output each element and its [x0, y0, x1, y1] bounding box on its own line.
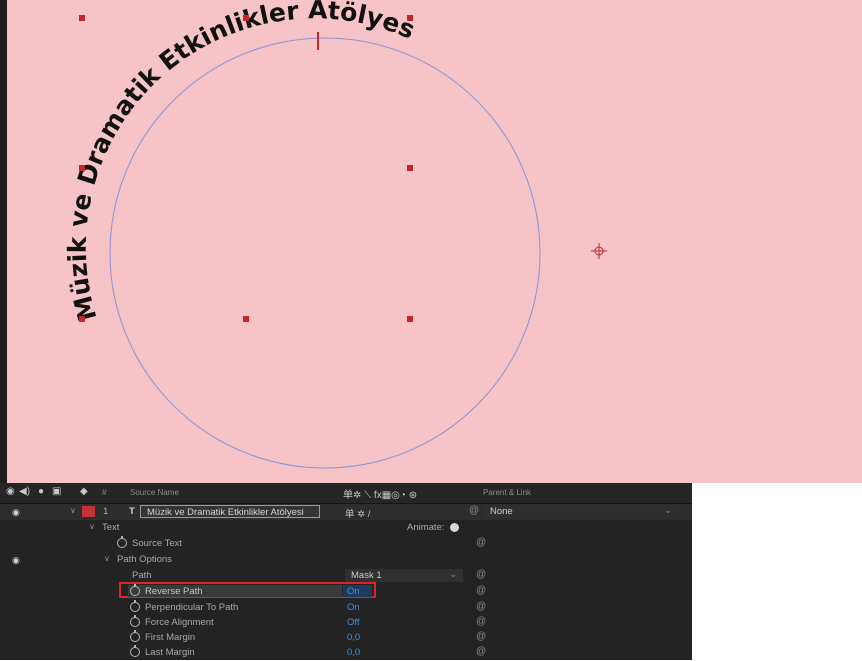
reverse-path-label: Reverse Path [145, 586, 203, 597]
layer-name: Müzik ve Dramatik Etkinlikler Atölyesi [147, 507, 304, 518]
handle [243, 316, 249, 322]
path-text[interactable]: Müzik ve Dramatik Etkinlikler Atölyesi [7, 0, 419, 324]
stopwatch-icon[interactable] [130, 600, 140, 612]
path-options-label: Path Options [117, 554, 172, 565]
stopwatch-icon[interactable] [130, 584, 140, 596]
audio-icon[interactable]: ◀) [19, 486, 30, 497]
pick-whip-icon[interactable]: @ [476, 601, 486, 612]
timeline-panel: ◉ ◀) ● ▣ ◆ # Source Name 单✲ ⟍ fx▦◎◔ ⊛ Pa… [0, 483, 692, 660]
chevron-down-icon: ⌄ [664, 505, 672, 515]
pick-whip-icon[interactable]: @ [476, 631, 486, 642]
path-options-row[interactable]: ◉ ∨ Path Options [0, 552, 692, 568]
path-text-content: Müzik ve Dramatik Etkinlikler Atölyesi [7, 0, 419, 324]
text-twirl-icon[interactable]: ∨ [89, 522, 95, 531]
handle [79, 316, 85, 322]
force-alignment-label: Force Alignment [145, 617, 214, 628]
timeline-header: ◉ ◀) ● ▣ ◆ # Source Name 单✲ ⟍ fx▦◎◔ ⊛ Pa… [0, 483, 692, 504]
handle [79, 165, 85, 171]
parent-dropdown[interactable]: None ⌄ [484, 505, 680, 518]
source-name-column[interactable]: Source Name [130, 488, 179, 497]
path-options-twirl-icon[interactable]: ∨ [104, 554, 110, 563]
perpendicular-value[interactable]: On [347, 602, 360, 613]
hash-column: # [102, 488, 107, 497]
transform-handles[interactable] [79, 15, 413, 322]
pick-whip-icon[interactable]: @ [476, 537, 486, 548]
first-margin-label: First Margin [145, 632, 196, 643]
solo-icon[interactable]: ● [38, 486, 44, 497]
chevron-down-icon: ⌄ [449, 569, 457, 579]
layer-name-field[interactable]: Müzik ve Dramatik Etkinlikler Atölyesi [140, 505, 320, 518]
handle [79, 15, 85, 21]
composition-svg: Müzik ve Dramatik Etkinlikler Atölyesi [7, 0, 607, 469]
lock-icon[interactable]: ▣ [52, 486, 61, 497]
first-margin-row[interactable]: First Margin 0,0 @ [0, 630, 692, 646]
anchor-point-icon[interactable] [591, 243, 607, 259]
stopwatch-icon[interactable] [130, 645, 140, 657]
stopwatch-icon[interactable] [130, 615, 140, 627]
stopwatch-icon[interactable] [130, 630, 140, 642]
last-margin-value[interactable]: 0,0 [347, 647, 360, 658]
handle [407, 15, 413, 21]
last-margin-label: Last Margin [145, 647, 195, 658]
pick-whip-icon[interactable]: @ [476, 616, 486, 627]
pick-whip-icon[interactable]: @ [476, 646, 486, 657]
force-alignment-row[interactable]: Force Alignment Off @ [0, 615, 692, 631]
handle [407, 316, 413, 322]
layer-row[interactable]: ◉ ∨ 1 T Müzik ve Dramatik Etkinlikler At… [0, 504, 692, 520]
handle [407, 165, 413, 171]
source-text-label: Source Text [132, 538, 182, 549]
text-layer-type-icon: T [129, 506, 135, 517]
animate-label: Animate: [407, 522, 445, 533]
last-margin-row[interactable]: Last Margin 0,0 @ [0, 645, 692, 661]
pick-whip-icon[interactable]: @ [476, 585, 486, 596]
label-color-swatch[interactable] [82, 506, 95, 517]
path-label: Path [132, 570, 152, 581]
path-value: Mask 1 [351, 570, 382, 581]
parent-link-column[interactable]: Parent & Link [483, 488, 531, 497]
composition-canvas[interactable]: Müzik ve Dramatik Etkinlikler Atölyesi [7, 0, 862, 483]
text-group-label: Text [102, 522, 120, 533]
mask-path[interactable] [109, 37, 541, 469]
stopwatch-icon[interactable] [117, 536, 127, 548]
animate-play-icon[interactable] [450, 523, 459, 532]
perpendicular-row[interactable]: Perpendicular To Path On @ [0, 600, 692, 616]
force-alignment-value[interactable]: Off [347, 617, 360, 628]
visibility-eye-icon[interactable]: ◉ [12, 555, 20, 566]
parent-value: None [490, 506, 513, 517]
perpendicular-label: Perpendicular To Path [145, 602, 239, 613]
layer-twirl-icon[interactable]: ∨ [70, 506, 76, 515]
first-margin-value[interactable]: 0,0 [347, 632, 360, 643]
eye-icon[interactable]: ◉ [6, 486, 15, 497]
pick-whip-icon[interactable]: @ [469, 505, 479, 516]
layer-switches[interactable]: 单 ✲ / [345, 506, 370, 520]
label-icon[interactable]: ◆ [80, 486, 88, 497]
composition-viewer: Müzik ve Dramatik Etkinlikler Atölyesi [0, 0, 862, 483]
layer-number: 1 [103, 506, 109, 517]
text-group-row[interactable]: ∨ Text Animate: [0, 520, 692, 536]
source-text-row[interactable]: Source Text @ [0, 536, 692, 552]
switches-column: 单✲ ⟍ fx▦◎◔ ⊛ [343, 490, 418, 501]
path-dropdown[interactable]: Mask 1 ⌄ [345, 569, 463, 582]
pick-whip-icon[interactable]: @ [476, 569, 486, 580]
reverse-path-row[interactable]: Reverse Path On @ [0, 582, 692, 600]
visibility-eye-icon[interactable]: ◉ [12, 507, 20, 518]
reverse-path-value[interactable]: On [347, 586, 360, 597]
handle [243, 15, 249, 21]
